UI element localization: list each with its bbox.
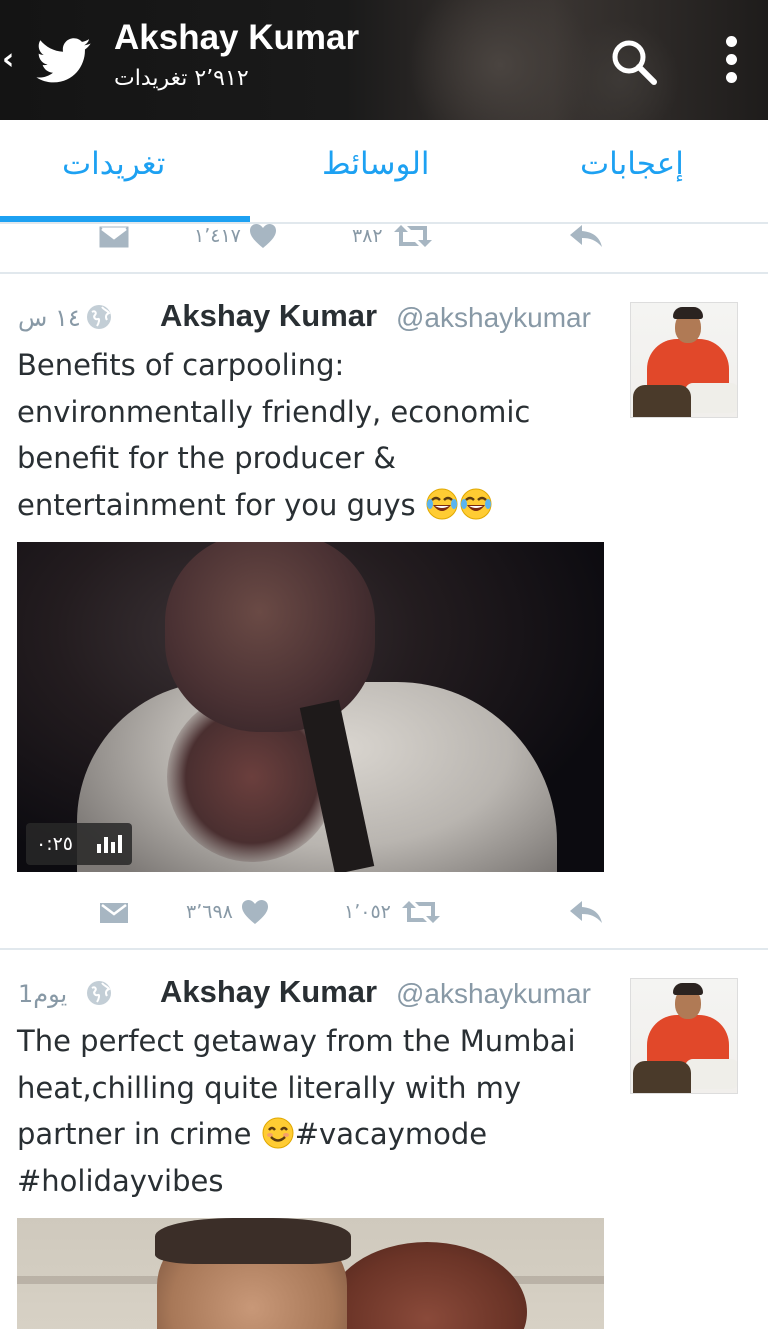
hashtag-link[interactable]: #vacaymode <box>295 1117 487 1151</box>
tweet-timestamp: 1يوم <box>18 980 68 1008</box>
tweet-card[interactable]: ١٤ س Akshay Kumar @akshaykumar Benefits … <box>0 274 768 948</box>
retweet-count: ١٬٠٥٢ <box>344 901 391 923</box>
tweet-video[interactable]: ٠:٢٥ <box>17 542 604 872</box>
smiling-face-icon <box>262 1117 294 1149</box>
profile-header: ‹ Akshay Kumar ٢٬٩١٢ تغريدات <box>0 0 768 120</box>
tweet-actions: ٣٬٦٩٨ ١٬٠٥٢ <box>0 892 768 932</box>
tweet-timestamp: ١٤ س <box>18 304 81 332</box>
reply-button[interactable] <box>568 892 604 932</box>
face-with-tears-of-joy-icon <box>460 488 492 519</box>
video-bars-icon <box>97 835 122 853</box>
tweet-photo[interactable] <box>17 1218 604 1329</box>
avatar[interactable] <box>630 978 738 1094</box>
retweet-icon <box>393 225 432 247</box>
profile-name: Akshay Kumar <box>114 18 360 57</box>
tab-media[interactable]: الوسائط <box>322 146 430 182</box>
more-options-icon[interactable] <box>718 32 746 88</box>
tweet-text-line: The perfect getaway from the Mumbai <box>17 1024 576 1058</box>
tweet-author-name[interactable]: Akshay Kumar <box>160 298 377 334</box>
heart-icon <box>249 224 276 248</box>
hashtag-link[interactable]: #holidayvibes <box>17 1158 617 1205</box>
profile-tabs: تغريدات الوسائط إعجابات <box>0 120 768 224</box>
tweet-text-segment: partner in crime <box>17 1117 261 1151</box>
tweet-text-line: heat,chilling quite literally with my <box>17 1070 522 1105</box>
video-duration: ٠:٢٥ <box>36 833 74 855</box>
direct-message-button[interactable] <box>98 216 130 256</box>
retweet-count: ٣٨٢ <box>352 225 383 247</box>
tweet-count: ٢٬٩١٢ تغريدات <box>114 66 249 91</box>
tab-tweets[interactable]: تغريدات <box>62 146 165 182</box>
tweet-author-handle[interactable]: @akshaykumar <box>396 302 591 334</box>
retweet-icon <box>401 901 440 923</box>
face-with-tears-of-joy-icon <box>426 488 458 519</box>
reply-icon <box>570 901 602 923</box>
tweet-card[interactable]: 1يوم Akshay Kumar @akshaykumar The perfe… <box>0 950 768 1329</box>
mail-icon <box>100 903 128 923</box>
like-button[interactable]: ٣٬٦٩٨ <box>186 892 269 932</box>
back-button[interactable]: ‹ <box>2 40 20 80</box>
mail-icon <box>99 226 129 248</box>
tab-likes[interactable]: إعجابات <box>580 146 684 182</box>
avatar[interactable] <box>630 302 738 418</box>
like-count: ١٬٤١٧ <box>194 225 241 247</box>
retweet-button[interactable]: ١٬٠٥٢ <box>344 892 441 932</box>
tweet-text: The perfect getaway from the Mumbai heat… <box>17 1018 617 1204</box>
tweet-text-line: partner in crime #vacaymode <box>17 1111 617 1158</box>
tweet-actions-previous: ١٬٤١٧ ٣٨٢ <box>0 216 768 256</box>
retweet-button[interactable]: ٣٨٢ <box>352 216 433 256</box>
tweet-text: Benefits of carpooling: environmentally … <box>17 342 617 528</box>
tweet-author-handle[interactable]: @akshaykumar <box>396 978 591 1010</box>
globe-icon <box>87 305 111 329</box>
globe-icon <box>87 981 111 1005</box>
twitter-bird-icon <box>36 38 91 83</box>
direct-message-button[interactable] <box>98 892 130 932</box>
tweet-author-name[interactable]: Akshay Kumar <box>160 974 377 1010</box>
reply-button[interactable] <box>568 216 604 256</box>
like-count: ٣٬٦٩٨ <box>186 901 233 923</box>
search-icon[interactable] <box>608 36 660 88</box>
video-duration-badge: ٠:٢٥ <box>26 823 132 865</box>
heart-icon <box>241 900 268 924</box>
reply-icon <box>570 225 602 247</box>
like-button[interactable]: ١٬٤١٧ <box>194 216 277 256</box>
